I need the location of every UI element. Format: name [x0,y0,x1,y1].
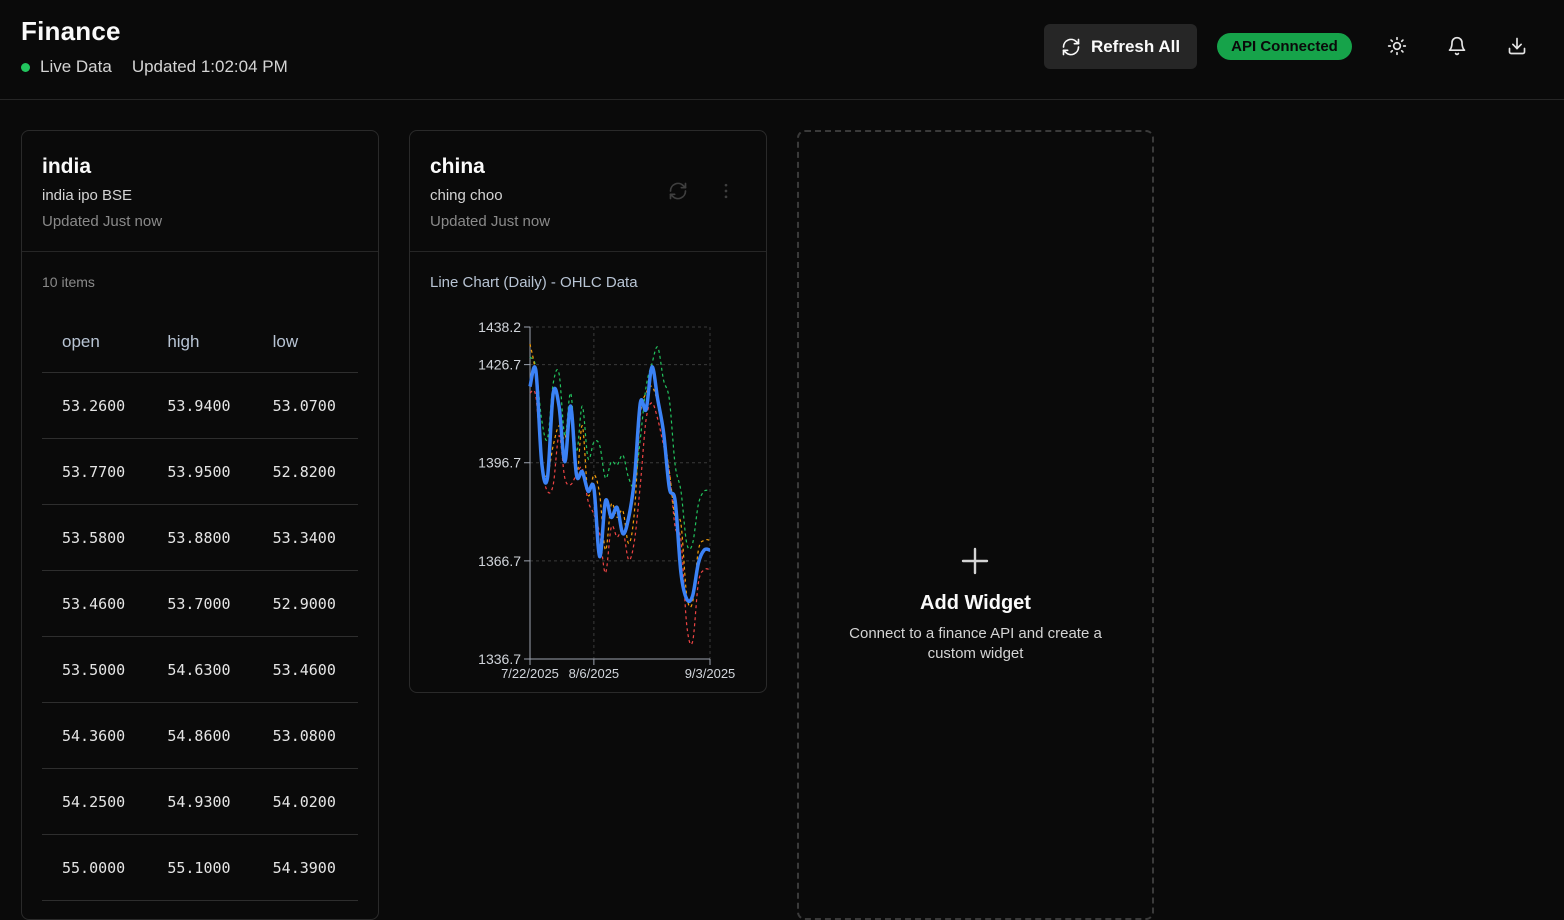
column-header-open[interactable]: open [42,332,147,352]
cell-low: 52.8200 [272,462,336,481]
widget-header: india india ipo BSE Updated Just now [22,131,378,252]
refresh-all-button[interactable]: Refresh All [1044,24,1197,69]
refresh-all-label: Refresh All [1090,36,1181,56]
table-row: 54.3600 54.8600 53.0800 [42,703,358,769]
x-tick-label: 8/6/2025 [569,666,620,681]
series-line-2 [529,343,711,608]
cell-high: 53.9500 [167,462,231,481]
widget-title: india [42,155,92,178]
cell-low: 54.3900 [272,858,336,877]
sun-icon [1387,36,1407,56]
cell-low: 53.0700 [272,396,336,415]
widget-header: china ching choo Updated Just now [410,131,766,252]
cell-high: 54.8600 [167,726,231,745]
app-title: Finance [21,16,121,46]
widget-subtitle: ching choo [430,187,503,204]
download-button[interactable] [1505,34,1529,58]
y-tick-label: 1426.7 [478,357,521,373]
last-updated-label: Updated 1:02:04 PM [131,57,288,76]
widget-updated: Updated Just now [42,213,163,230]
more-vertical-icon[interactable] [716,181,736,201]
table-row: 54.2500 54.9300 54.0200 [42,769,358,835]
column-header-low[interactable]: low [253,332,358,352]
cell-high: 53.8800 [167,528,231,547]
chart-title: Line Chart (Daily) - OHLC Data [430,274,638,291]
widget-subtitle: india ipo BSE [42,187,133,204]
cell-high: 53.7000 [167,594,231,613]
cell-open: 53.4600 [62,594,126,613]
cell-low: 54.0200 [272,792,336,811]
app-header: Finance Live Data Updated 1:02:04 PM Ref… [0,0,1564,100]
table-header-row: open high low [42,311,358,373]
add-widget-title: Add Widget [920,592,1031,614]
refresh-icon [1062,38,1080,55]
table-row: 55.0000 55.1000 54.3900 [42,835,358,901]
table-row: 53.7700 53.9500 52.8200 [42,439,358,505]
cell-high: 55.1000 [167,858,231,877]
y-tick-label: 1366.7 [478,553,521,569]
widget-title: china [430,155,485,178]
widget-updated: Updated Just now [430,213,551,230]
cell-high: 54.6300 [167,660,231,679]
live-status: Live Data Updated 1:02:04 PM [21,57,288,77]
add-widget-card[interactable]: Add Widget Connect to a finance API and … [797,130,1154,920]
cell-open: 53.7700 [62,462,126,481]
cell-low: 53.4600 [272,660,336,679]
live-indicator-dot [21,62,30,72]
widget-actions [668,181,736,201]
widget-card-india: india india ipo BSE Updated Just now 10 … [21,130,379,920]
api-status-badge: API Connected [1217,33,1352,60]
cell-open: 54.3600 [62,726,126,745]
items-count: 10 items [42,274,95,290]
table-row: 53.2600 53.9400 53.0700 [42,373,358,439]
download-icon [1508,37,1526,55]
table-row: 53.5000 54.6300 53.4600 [42,637,358,703]
bell-icon [1448,36,1466,56]
y-tick-label: 1396.7 [478,455,521,471]
column-header-high[interactable]: high [147,332,252,352]
table-row: 53.5800 53.8800 53.3400 [42,505,358,571]
cell-high: 53.9400 [167,396,231,415]
line-chart: 1336.7 1366.7 1396.7 1426.7 1438.2 7/22/2025 8… [478,319,736,681]
cell-open: 53.5800 [62,528,126,547]
series-line-3 [528,365,711,604]
x-tick-label: 9/3/2025 [685,666,736,681]
live-data-label: Live Data [40,57,112,76]
y-tick-label: 1336.7 [478,651,521,667]
add-widget-description: Connect to a finance API and create a cu… [849,625,1102,662]
cell-low: 53.0800 [272,726,336,745]
cell-open: 53.2600 [62,396,126,415]
cell-open: 54.2500 [62,792,126,811]
x-tick-label: 7/22/2025 [501,666,559,681]
refresh-icon[interactable] [668,181,688,201]
notifications-button[interactable] [1445,34,1469,58]
y-tick-label: 1438.2 [478,319,521,335]
widget-card-china: china ching choo Updated Just now Line C… [409,130,767,693]
theme-toggle-button[interactable] [1385,34,1409,58]
cell-open: 55.0000 [62,858,126,877]
cell-open: 53.5000 [62,660,126,679]
table-row: 53.4600 53.7000 52.9000 [42,571,358,637]
cell-low: 53.3400 [272,528,336,547]
cell-low: 52.9000 [272,594,336,613]
plus-icon [961,547,989,575]
data-table: open high low 53.2600 53.9400 53.0700 53… [42,311,358,901]
cell-high: 54.9300 [167,792,231,811]
